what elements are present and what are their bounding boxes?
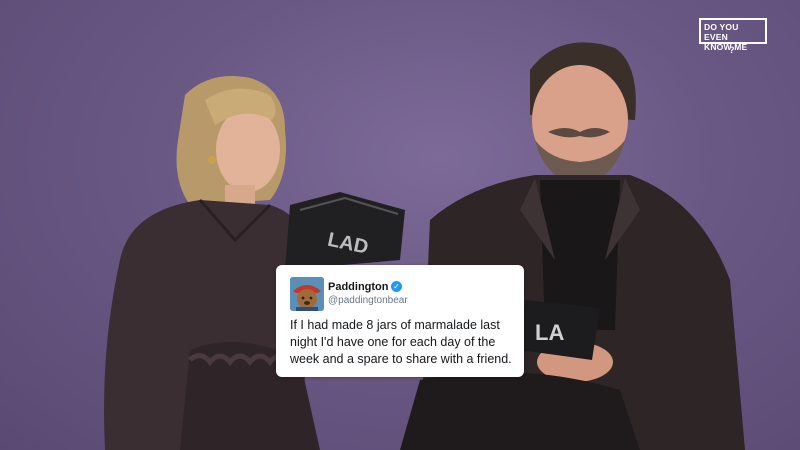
sign-text: LA	[535, 320, 564, 345]
tweet-author-handle: @paddingtonbear	[328, 295, 408, 306]
tweet-author-name: Paddington	[328, 281, 389, 293]
show-logo: DO YOU EVEN KNOW ME ?	[699, 18, 767, 55]
sign-prop: LA	[520, 300, 600, 360]
tweet-text: If I had made 8 jars of marmalade last n…	[290, 318, 512, 366]
logo-line-1: DO YOU EVEN	[704, 22, 739, 42]
verified-check-icon: ✓	[391, 281, 402, 292]
magazine-prop: LAD	[285, 192, 405, 270]
logo-question-mark: ?	[729, 45, 735, 55]
video-frame: LAD LA DO YOU EVEN KNOW ME ? Paddington …	[0, 0, 800, 450]
tweet-card: Paddington ✓ @paddingtonbear If I had ma…	[276, 265, 524, 377]
paddington-avatar-icon	[290, 277, 324, 311]
scene-illustration: LAD LA	[104, 42, 745, 450]
man-figure	[400, 42, 745, 450]
